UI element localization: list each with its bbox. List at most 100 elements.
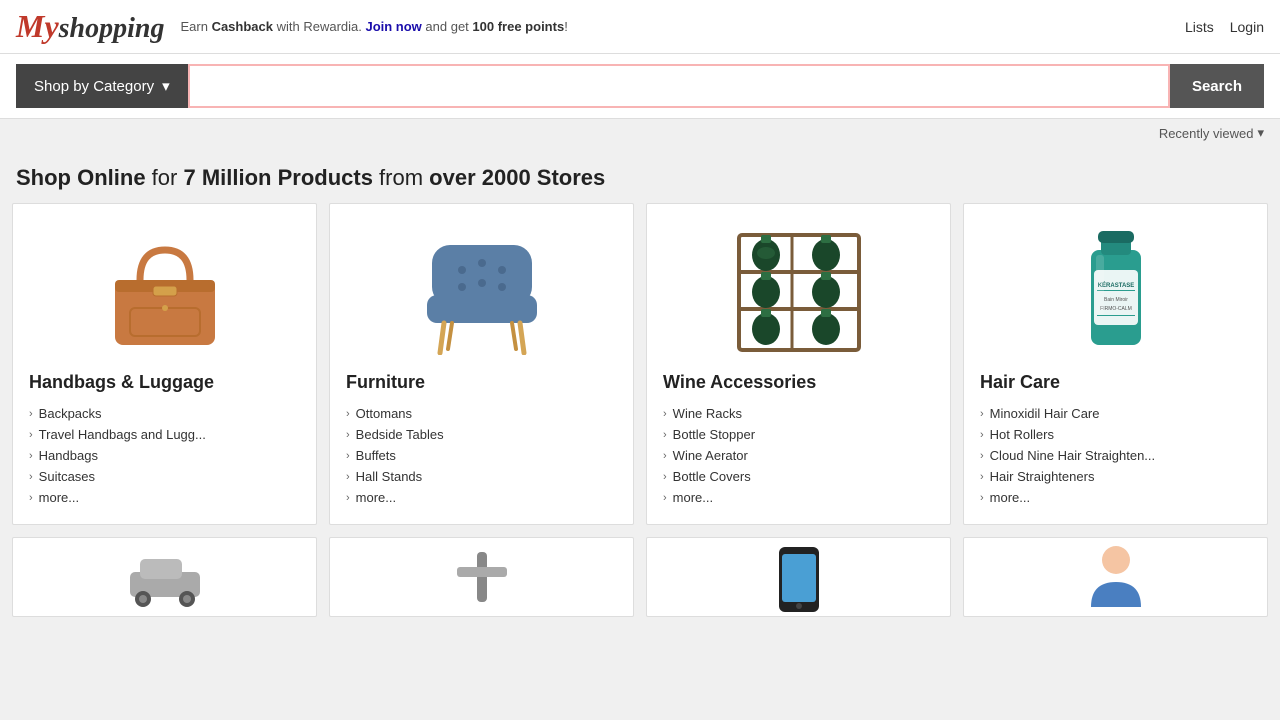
search-input[interactable] [190, 66, 1168, 106]
list-item[interactable]: ›Wine Aerator [663, 445, 934, 466]
list-item[interactable]: ›Handbags [29, 445, 300, 466]
list-item[interactable]: ›Minoxidil Hair Care [980, 403, 1251, 424]
promo-end: ! [564, 19, 568, 34]
promo-points: 100 free points [472, 19, 564, 34]
chevron-right-icon: › [980, 471, 984, 483]
list-item[interactable]: ›Hair Straighteners [980, 466, 1251, 487]
haircare-title: Hair Care [980, 372, 1251, 393]
chevron-right-icon: › [980, 429, 984, 441]
haircare-links: ›Minoxidil Hair Care ›Hot Rollers ›Cloud… [980, 403, 1251, 508]
chevron-right-icon: › [980, 492, 984, 504]
chevron-right-icon: › [29, 471, 33, 483]
list-item[interactable]: ›Travel Handbags and Lugg... [29, 424, 300, 445]
shop-by-label: Shop by Category [34, 78, 154, 95]
chevron-right-icon: › [29, 429, 33, 441]
furniture-links: ›Ottomans ›Bedside Tables ›Buffets ›Hall… [346, 403, 617, 508]
furniture-image [346, 220, 617, 360]
handbag-svg [85, 230, 245, 350]
list-item[interactable]: ›Backpacks [29, 403, 300, 424]
header-top: Myshopping Earn Cashback with Rewardia. … [0, 0, 1280, 54]
list-item[interactable]: ›Bottle Stopper [663, 424, 934, 445]
shop-by-category-button[interactable]: Shop by Category ▾ [16, 64, 188, 108]
chair-svg [402, 225, 562, 355]
list-item[interactable]: ›more... [29, 487, 300, 508]
person-svg [1086, 542, 1146, 612]
list-item[interactable]: ›Buffets [346, 445, 617, 466]
recently-viewed-arrow[interactable]: ▾ [1257, 125, 1264, 141]
header-links: Lists Login [1185, 19, 1264, 35]
login-link[interactable]: Login [1230, 19, 1264, 35]
hero-for: for [146, 165, 184, 190]
list-item[interactable]: ›Hall Stands [346, 466, 617, 487]
chevron-right-icon: › [663, 429, 667, 441]
promo-cashback: Cashback [212, 19, 273, 34]
bottom-card-4 [963, 537, 1268, 617]
wine-title: Wine Accessories [663, 372, 934, 393]
site-logo[interactable]: Myshopping [16, 10, 164, 43]
logo-shopping: shopping [59, 13, 165, 44]
list-item[interactable]: ›Suitcases [29, 466, 300, 487]
category-grid: Handbags & Luggage ›Backpacks ›Travel Ha… [0, 203, 1280, 537]
chevron-right-icon: › [663, 471, 667, 483]
list-item[interactable]: ›Hot Rollers [980, 424, 1251, 445]
handbags-image [29, 220, 300, 360]
category-card-haircare: KÉRASTASE Bain Miroir FIRMO-CALM Hair Ca… [963, 203, 1268, 525]
category-card-furniture: Furniture ›Ottomans ›Bedside Tables ›Buf… [329, 203, 634, 525]
bottom-row [0, 537, 1280, 629]
haircare-svg: KÉRASTASE Bain Miroir FIRMO-CALM [1066, 225, 1166, 355]
chevron-right-icon: › [346, 429, 350, 441]
hero-stores: over 2000 Stores [429, 165, 605, 190]
bottom-card-3 [646, 537, 951, 617]
category-card-wine: Wine Accessories ›Wine Racks ›Bottle Sto… [646, 203, 951, 525]
svg-text:Bain Miroir: Bain Miroir [1104, 297, 1128, 303]
hero-shop-online: Shop Online [16, 165, 146, 190]
bottom-card-2 [329, 537, 634, 617]
category-card-handbags: Handbags & Luggage ›Backpacks ›Travel Ha… [12, 203, 317, 525]
search-bar: Shop by Category ▾ Search [0, 54, 1280, 119]
svg-text:FIRMO-CALM: FIRMO-CALM [1100, 306, 1132, 312]
chevron-right-icon: › [29, 450, 33, 462]
list-item[interactable]: ›more... [663, 487, 934, 508]
hero-from: from [373, 165, 429, 190]
list-item[interactable]: ›Wine Racks [663, 403, 934, 424]
chevron-right-icon: › [346, 492, 350, 504]
recently-viewed-label[interactable]: Recently viewed [1159, 126, 1254, 141]
recently-viewed-bar: Recently viewed ▾ [0, 119, 1280, 147]
chevron-right-icon: › [346, 408, 350, 420]
promo-suffix: and get [422, 19, 473, 34]
chevron-right-icon: › [980, 450, 984, 462]
hero-million: 7 Million Products [183, 165, 372, 190]
handbags-title: Handbags & Luggage [29, 372, 300, 393]
join-now-link[interactable]: Join now [365, 19, 421, 34]
furniture-title: Furniture [346, 372, 617, 393]
haircare-image: KÉRASTASE Bain Miroir FIRMO-CALM [980, 220, 1251, 360]
list-item[interactable]: ›Cloud Nine Hair Straighten... [980, 445, 1251, 466]
list-item[interactable]: ›more... [346, 487, 617, 508]
list-item[interactable]: ›Ottomans [346, 403, 617, 424]
chevron-right-icon: › [663, 408, 667, 420]
logo-my: My [16, 8, 59, 44]
lists-link[interactable]: Lists [1185, 19, 1214, 35]
car-svg [125, 547, 205, 607]
chevron-right-icon: › [346, 450, 350, 462]
phone-svg [769, 542, 829, 612]
chevron-right-icon: › [980, 408, 984, 420]
chevron-right-icon: › [346, 471, 350, 483]
list-item[interactable]: ›more... [980, 487, 1251, 508]
chevron-right-icon: › [29, 408, 33, 420]
chevron-right-icon: › [29, 492, 33, 504]
chevron-right-icon: › [663, 492, 667, 504]
search-input-wrapper [188, 64, 1170, 108]
chevron-right-icon: › [663, 450, 667, 462]
list-item[interactable]: ›Bottle Covers [663, 466, 934, 487]
wine-links: ›Wine Racks ›Bottle Stopper ›Wine Aerato… [663, 403, 934, 508]
promo-mid: with Rewardia. [273, 19, 365, 34]
list-item[interactable]: ›Bedside Tables [346, 424, 617, 445]
chevron-down-icon: ▾ [162, 77, 170, 95]
logo-area: Myshopping Earn Cashback with Rewardia. … [16, 10, 568, 43]
handbags-links: ›Backpacks ›Travel Handbags and Lugg... … [29, 403, 300, 508]
promo-text: Earn Cashback with Rewardia. Join now an… [180, 19, 567, 34]
promo-prefix: Earn [180, 19, 211, 34]
search-button[interactable]: Search [1170, 64, 1264, 108]
tool-svg [442, 547, 522, 607]
